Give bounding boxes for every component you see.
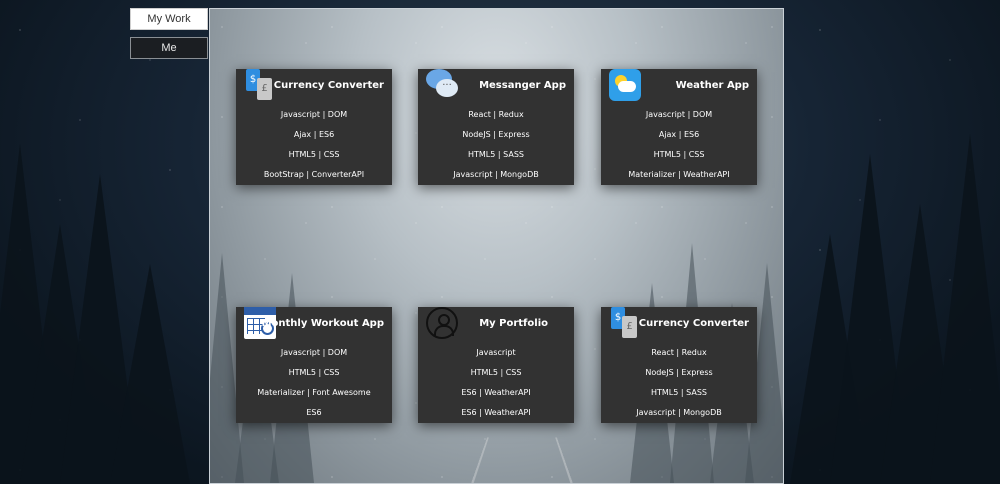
project-card-weather-app[interactable]: Weather App Javascript | DOM Ajax | ES6 … — [601, 69, 757, 185]
tech-line: Ajax | ES6 — [658, 130, 700, 139]
projects-panel: $ £ Currency Converter Javascript | DOM A… — [209, 8, 784, 484]
tech-line: HTML5 | CSS — [470, 368, 522, 377]
tech-line: HTML5 | CSS — [653, 150, 705, 159]
tech-line: Javascript | MongoDB — [636, 408, 722, 417]
tech-line: Materializer | WeatherAPI — [628, 170, 730, 179]
card-title: My Portfolio — [479, 318, 548, 329]
currency-exchange-icon: $ £ — [244, 69, 276, 101]
tech-line: HTML5 | CSS — [288, 150, 340, 159]
card-title: Currency Converter — [273, 80, 384, 91]
panel-road — [469, 437, 575, 483]
tech-line: ES6 | WeatherAPI — [461, 408, 531, 417]
card-title: Currency Converter — [638, 318, 749, 329]
nav-me-button[interactable]: Me — [130, 37, 208, 59]
chat-bubbles-icon: ··· — [426, 69, 458, 101]
card-title: Messanger App — [479, 80, 566, 91]
tech-line: NodeJS | Express — [462, 130, 530, 139]
tech-line: Javascript | DOM — [280, 110, 348, 119]
tech-line: BootStrap | ConverterAPI — [263, 170, 365, 179]
tech-line: Ajax | ES6 — [293, 130, 335, 139]
tech-line: HTML5 | SASS — [468, 150, 524, 159]
project-card-currency-converter-2[interactable]: $ £ Currency Converter React | Redux Node… — [601, 307, 757, 423]
project-card-currency-converter[interactable]: $ £ Currency Converter Javascript | DOM A… — [236, 69, 392, 185]
tech-line: Javascript — [476, 348, 516, 357]
tech-line: React | Redux — [468, 110, 524, 119]
tech-line: Javascript | DOM — [280, 348, 348, 357]
weather-icon — [609, 69, 641, 101]
tech-line: Javascript | MongoDB — [453, 170, 539, 179]
project-card-messanger-app[interactable]: ··· Messanger App React | Redux NodeJS |… — [418, 69, 574, 185]
currency-exchange-icon: $ £ — [609, 307, 641, 339]
tech-line: ES6 | WeatherAPI — [461, 388, 531, 397]
tech-line: Materializer | Font Awesome — [257, 388, 371, 397]
tech-line: Javascript | DOM — [645, 110, 713, 119]
nav-my-work-button[interactable]: My Work — [130, 8, 208, 30]
card-title: Weather App — [675, 80, 749, 91]
tech-line: React | Redux — [651, 348, 707, 357]
user-icon — [426, 307, 458, 339]
tech-line: NodeJS | Express — [645, 368, 713, 377]
card-title: Monthly Workout App — [261, 318, 384, 329]
tech-line: HTML5 | CSS — [288, 368, 340, 377]
project-card-my-portfolio[interactable]: My Portfolio Javascript HTML5 | CSS ES6 … — [418, 307, 574, 423]
tech-line: HTML5 | SASS — [651, 388, 707, 397]
project-card-monthly-workout-app[interactable]: Monthly Workout App Javascript | DOM HTM… — [236, 307, 392, 423]
tech-line: ES6 — [306, 408, 322, 417]
